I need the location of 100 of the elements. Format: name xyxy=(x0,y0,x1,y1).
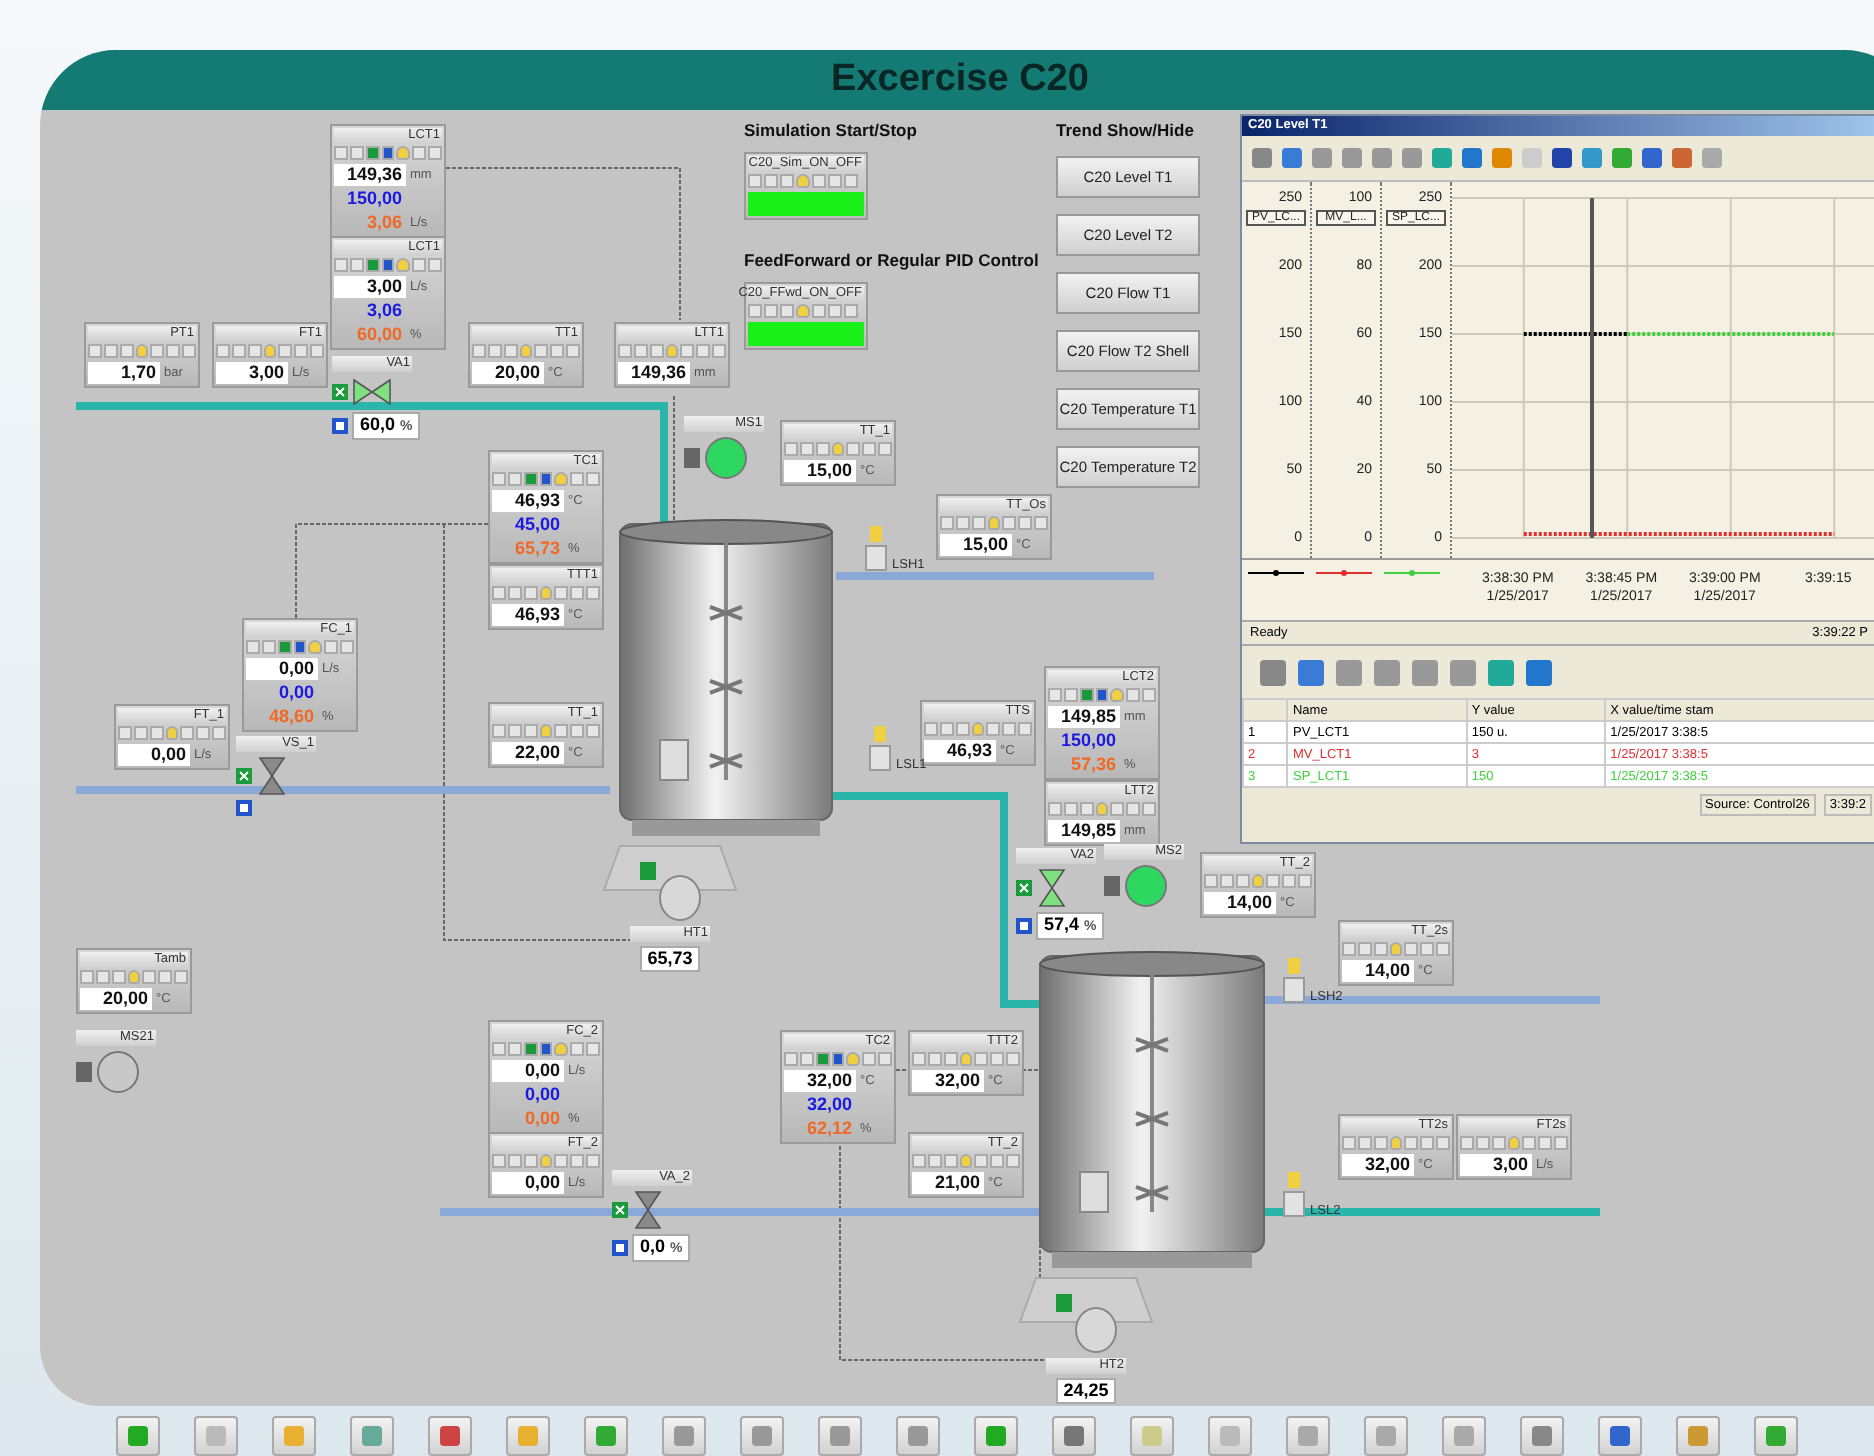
value-display: 0,00 xyxy=(276,682,316,704)
value-display: 0,00 xyxy=(492,1172,564,1194)
status-icons-drawing xyxy=(748,174,864,190)
toolbar-button[interactable] xyxy=(662,1416,706,1456)
toolbar-button[interactable] xyxy=(1130,1416,1174,1456)
square-icon xyxy=(1372,1422,1400,1450)
status-icons-drawing xyxy=(492,1042,600,1058)
toolbar-icon[interactable] xyxy=(1258,657,1288,687)
status-icons-drawing xyxy=(912,1154,1020,1170)
value-display: 60,00 xyxy=(354,324,404,346)
status-icons-drawing xyxy=(1048,802,1156,818)
status-icons-drawing xyxy=(492,472,600,488)
toolbar-icon[interactable] xyxy=(1460,146,1484,170)
status-icons-drawing xyxy=(912,1052,1020,1068)
toolbar-button[interactable] xyxy=(1598,1416,1642,1456)
toolbar-button[interactable] xyxy=(896,1416,940,1456)
toolbar-button[interactable] xyxy=(428,1416,472,1456)
toolbar-button[interactable] xyxy=(584,1416,628,1456)
status-icons-drawing xyxy=(472,344,580,360)
value-display: 46,93 xyxy=(924,740,996,762)
toolbar-button[interactable] xyxy=(116,1416,160,1456)
valve-icon[interactable] xyxy=(256,756,288,796)
value-display: 22,00 xyxy=(492,742,564,764)
toolbar-icon[interactable] xyxy=(1250,146,1274,170)
toolbar-button[interactable] xyxy=(818,1416,862,1456)
status-icons-drawing xyxy=(784,442,892,458)
value-display: 24,25 xyxy=(1055,1378,1117,1404)
value-display: 3,06 xyxy=(364,212,404,234)
toolbar-button[interactable] xyxy=(1052,1416,1096,1456)
value-display: 65,73 xyxy=(512,538,562,560)
toolbar-button[interactable] xyxy=(974,1416,1018,1456)
toolbar-button[interactable] xyxy=(1442,1416,1486,1456)
square-icon xyxy=(904,1422,932,1450)
toolbar-icon[interactable] xyxy=(1640,146,1664,170)
mode-icon xyxy=(612,1240,628,1256)
value-display: 0,00 xyxy=(118,744,190,766)
toolbar-button[interactable] xyxy=(350,1416,394,1456)
value-display: 0,00 xyxy=(246,658,318,680)
toolbar-button[interactable] xyxy=(740,1416,784,1456)
square-icon xyxy=(1294,1422,1322,1450)
value-display: 45,00 xyxy=(512,514,562,536)
square-icon xyxy=(826,1422,854,1450)
square-icon xyxy=(124,1422,152,1450)
toolbar-button[interactable] xyxy=(1754,1416,1798,1456)
motor-icon[interactable] xyxy=(704,436,748,480)
level-switch-icon[interactable] xyxy=(1282,1170,1306,1218)
value-display: 0,00 xyxy=(492,1060,564,1082)
motor-icon[interactable] xyxy=(96,1050,140,1094)
square-icon xyxy=(514,1422,542,1450)
valve-icon[interactable] xyxy=(1036,868,1068,908)
mode-icon xyxy=(1016,918,1032,934)
toolbar-icon[interactable] xyxy=(1550,146,1574,170)
toolbar-button[interactable] xyxy=(1520,1416,1564,1456)
square-icon xyxy=(280,1422,308,1450)
square-icon xyxy=(1762,1422,1790,1450)
value-display: 0,00 xyxy=(522,1108,562,1130)
value-display: 57,36 xyxy=(1068,754,1118,776)
section-heading: Simulation Start/Stop xyxy=(744,120,917,140)
value-display: 149,85 xyxy=(1048,820,1120,842)
heater-drawing[interactable] xyxy=(600,842,740,922)
square-icon xyxy=(1606,1422,1634,1450)
toolbar-icon[interactable] xyxy=(1524,657,1554,687)
toolbar-button[interactable] xyxy=(1364,1416,1408,1456)
toolbar-button[interactable] xyxy=(506,1416,550,1456)
mode-icon xyxy=(684,448,700,468)
toolbar-icon[interactable] xyxy=(1296,657,1326,687)
value-display: 149,85 xyxy=(1048,706,1120,728)
value-display: 32,00 xyxy=(1342,1154,1414,1176)
toolbar-button[interactable] xyxy=(272,1416,316,1456)
status-icons-drawing xyxy=(784,1052,892,1068)
mode-icon xyxy=(1016,880,1032,896)
square-icon xyxy=(748,1422,776,1450)
heater-drawing[interactable] xyxy=(1016,1274,1156,1354)
value-display: 14,00 xyxy=(1342,960,1414,982)
square-icon xyxy=(592,1422,620,1450)
value-display: 15,00 xyxy=(940,534,1012,556)
toolbar-button[interactable] xyxy=(1208,1416,1252,1456)
value-display: 3,06 xyxy=(364,300,404,322)
value-display: 149,36 xyxy=(618,362,690,384)
toolbar-icon[interactable] xyxy=(1670,146,1694,170)
cursor-line[interactable] xyxy=(1590,198,1595,538)
value-display: 3,00 xyxy=(1460,1154,1532,1176)
toolbar-icon[interactable] xyxy=(1280,146,1304,170)
toolbar-button[interactable] xyxy=(1676,1416,1720,1456)
mode-icon xyxy=(332,418,348,434)
square-icon xyxy=(982,1422,1010,1450)
toolbar-button[interactable] xyxy=(1286,1416,1330,1456)
value-display: 21,00 xyxy=(912,1172,984,1194)
level-switch-icon[interactable] xyxy=(864,524,888,572)
status-icons-drawing xyxy=(216,344,324,360)
screen-title: Excercise C20 xyxy=(831,58,1089,102)
value-display: 15,00 xyxy=(784,460,856,482)
level-switch-icon[interactable] xyxy=(868,724,892,772)
valve-icon[interactable] xyxy=(632,1190,664,1230)
mode-icon xyxy=(236,800,252,816)
status-icons-drawing xyxy=(1460,1136,1568,1152)
motor-icon[interactable] xyxy=(1124,864,1168,908)
toolbar-button[interactable] xyxy=(194,1416,238,1456)
valve-icon[interactable] xyxy=(352,376,392,408)
level-switch-icon[interactable] xyxy=(1282,956,1306,1004)
